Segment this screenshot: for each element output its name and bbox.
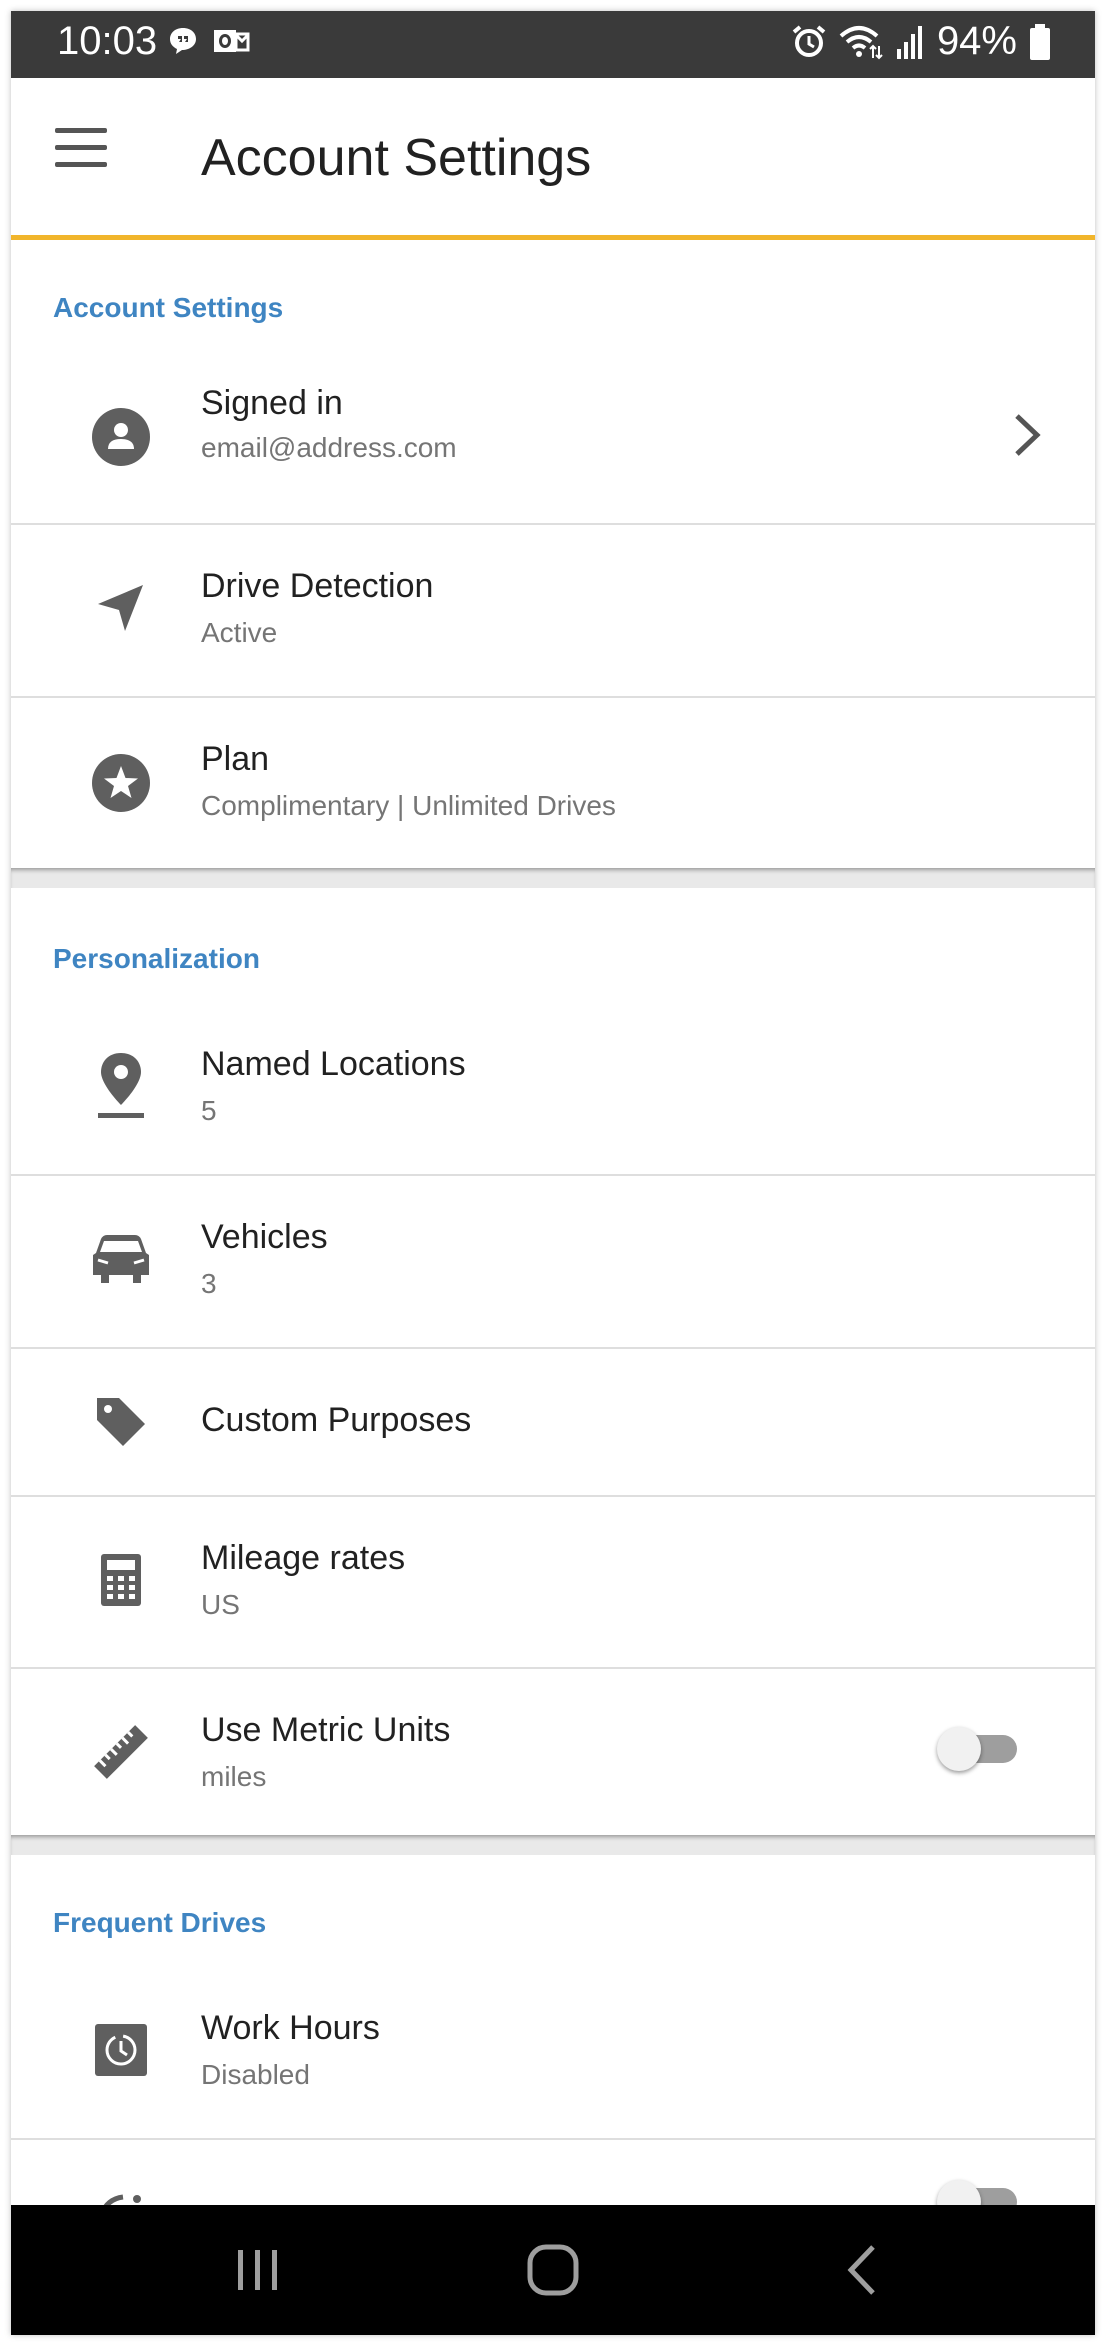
metric-units-toggle[interactable] <box>937 1727 1025 1771</box>
outlook-icon <box>214 30 250 52</box>
row-title: Plan <box>201 740 270 778</box>
recent-apps-icon[interactable] <box>218 2235 298 2305</box>
back-icon[interactable] <box>823 2235 903 2305</box>
row-subtitle: Disabled <box>201 2059 310 2090</box>
signal-icon <box>896 25 922 59</box>
row-vehicles[interactable]: Vehicles 3 <box>11 1176 1095 1349</box>
row-title: Drive Detection <box>201 567 434 605</box>
row-subtitle: email@address.com <box>201 432 457 463</box>
row-subtitle: Complimentary | Unlimited Drives <box>201 790 616 821</box>
row-title: Use Metric Units <box>201 1711 451 1749</box>
ruler-icon <box>76 1707 166 1797</box>
section-header-label: Personalization <box>53 943 260 974</box>
section-header-label: Account Settings <box>53 292 284 323</box>
row-title: Vehicles <box>201 1218 328 1256</box>
row-named-locations[interactable]: Named Locations 5 <box>11 1003 1095 1176</box>
section-divider <box>11 1835 1095 1855</box>
row-subtitle: 3 <box>201 1268 217 1299</box>
status-time: 10:03 <box>57 19 158 63</box>
calculator-icon <box>76 1535 166 1625</box>
phone-screen: 10:03 94% Account Settings Account Setti… <box>11 11 1095 2335</box>
section-header: Personalization <box>11 888 1095 1003</box>
page-title: Account Settings <box>201 129 592 187</box>
status-bar: 10:03 94% <box>11 11 1095 78</box>
tag-icon <box>76 1377 166 1467</box>
battery-percent: 94% <box>936 19 1017 63</box>
status-right-icons: 94% <box>791 19 1051 64</box>
home-icon[interactable] <box>513 2235 593 2305</box>
section-personalization: Personalization Named Locations 5 Vehicl… <box>11 888 1095 1835</box>
row-signed-in[interactable]: Signed in email@address.com <box>11 352 1095 525</box>
section-header: Account Settings <box>11 240 1095 352</box>
row-title: Signed in <box>201 384 343 422</box>
row-plan[interactable]: Plan Complimentary | Unlimited Drives <box>11 698 1095 868</box>
wifi-icon <box>839 25 883 59</box>
row-subtitle: US <box>201 1589 240 1620</box>
section-header-label: Frequent Drives <box>53 1907 267 1938</box>
row-title: Work Hours <box>201 2009 380 2047</box>
alarm-icon <box>792 24 826 57</box>
row-mileage-rates[interactable]: Mileage rates US <box>11 1497 1095 1669</box>
work-hours-clock-icon <box>76 2005 166 2095</box>
star-circle-icon <box>76 738 166 828</box>
system-nav-bar <box>11 2205 1095 2335</box>
chat-bubble-icon <box>170 28 196 54</box>
section-frequent-drives: Frequent Drives Work Hours Disabled <box>11 1855 1095 2224</box>
section-header: Frequent Drives <box>11 1855 1095 1967</box>
row-title: Custom Purposes <box>201 1401 472 1439</box>
battery-icon <box>1030 23 1050 60</box>
section-divider <box>11 868 1095 888</box>
row-use-metric-units[interactable]: Use Metric Units miles <box>11 1669 1095 1835</box>
row-subtitle: Active <box>201 617 278 648</box>
row-title: Named Locations <box>201 1045 466 1083</box>
user-circle-icon <box>76 392 166 482</box>
row-title: Mileage rates <box>201 1539 406 1577</box>
settings-list: Account Settings Signed in email@address… <box>11 240 1095 2224</box>
hamburger-menu-icon[interactable] <box>55 128 109 168</box>
chevron-right-icon <box>1015 414 1041 456</box>
row-subtitle: miles <box>201 1761 267 1792</box>
row-custom-purposes[interactable]: Custom Purposes <box>11 1349 1095 1497</box>
location-pin-icon <box>76 1041 166 1131</box>
status-left-icons <box>168 26 250 56</box>
app-bar: Account Settings <box>11 78 1095 240</box>
section-account-settings: Account Settings Signed in email@address… <box>11 240 1095 868</box>
row-work-hours[interactable]: Work Hours Disabled <box>11 1967 1095 2140</box>
car-icon <box>76 1214 166 1304</box>
navigation-arrow-icon <box>76 563 166 653</box>
row-subtitle: 5 <box>201 1095 217 1126</box>
row-drive-detection[interactable]: Drive Detection Active <box>11 525 1095 698</box>
